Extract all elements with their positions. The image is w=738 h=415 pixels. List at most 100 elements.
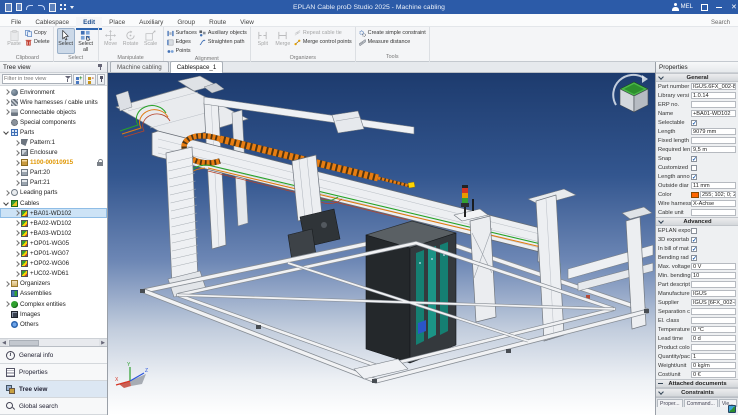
- copy-button[interactable]: Copy: [25, 29, 50, 37]
- tree-item[interactable]: Enclosure: [0, 148, 107, 158]
- merge-button[interactable]: Merge: [274, 28, 292, 54]
- color-swatch[interactable]: [691, 192, 699, 198]
- surfaces-button[interactable]: Surfaces: [167, 29, 197, 37]
- tree-item[interactable]: Cables: [0, 198, 107, 208]
- expander-icon[interactable]: [3, 280, 10, 287]
- expander-icon[interactable]: [13, 179, 20, 186]
- section-header-general[interactable]: General: [656, 73, 738, 82]
- qat-dropdown-icon[interactable]: [70, 3, 75, 11]
- property-checkbox[interactable]: [691, 174, 697, 180]
- section-header-attached-documents[interactable]: Attached documents: [656, 379, 738, 388]
- property-value-field[interactable]: [691, 281, 736, 288]
- user-account-button[interactable]: MEL: [672, 3, 693, 11]
- property-value-field[interactable]: 0 €: [691, 371, 736, 378]
- status-tray-icon[interactable]: [728, 405, 736, 413]
- minimize-icon[interactable]: [716, 4, 723, 11]
- tree-item[interactable]: +OP02-WG06: [0, 259, 107, 269]
- expander-icon[interactable]: [3, 99, 10, 106]
- tree-item[interactable]: Others: [0, 319, 107, 329]
- repeat-cable-tie-button[interactable]: Repeat cable tie: [294, 29, 352, 37]
- property-value-field[interactable]: [691, 317, 736, 324]
- tree-item[interactable]: Part:20: [0, 168, 107, 178]
- section-header-constraints[interactable]: Constraints: [656, 388, 738, 397]
- property-value-field[interactable]: 0 °C: [691, 326, 736, 333]
- expander-icon[interactable]: [13, 220, 20, 227]
- property-value-field[interactable]: [691, 137, 736, 144]
- expander-icon[interactable]: [3, 311, 10, 318]
- property-value-field[interactable]: [691, 308, 736, 315]
- property-checkbox[interactable]: [691, 156, 697, 162]
- expand-tree-button[interactable]: [73, 74, 84, 85]
- points-button[interactable]: Points: [167, 47, 197, 55]
- new-document-icon[interactable]: [4, 3, 12, 11]
- expander-icon[interactable]: [3, 200, 10, 207]
- collapse-tree-button[interactable]: [85, 74, 96, 85]
- property-value-field[interactable]: 1.0.14: [691, 92, 736, 99]
- property-value-field[interactable]: [691, 344, 736, 351]
- property-value-field[interactable]: 11 mm: [691, 182, 736, 189]
- expander-icon[interactable]: [13, 159, 20, 166]
- tree-item[interactable]: Complex entities: [0, 299, 107, 309]
- create-simple-constraint-button[interactable]: Create simple constraint: [359, 29, 426, 37]
- property-value-field[interactable]: 0 V: [691, 263, 736, 270]
- select-button[interactable]: Select: [57, 28, 75, 54]
- apps-grid-icon[interactable]: [59, 3, 67, 11]
- close-icon[interactable]: ✕: [731, 4, 736, 11]
- property-value-field[interactable]: [691, 101, 736, 108]
- tree-item[interactable]: 1100-00010915: [0, 158, 107, 168]
- property-value-field[interactable]: IGUS.6FX_002-8QN08: [691, 83, 736, 90]
- expander-icon[interactable]: [13, 149, 20, 156]
- panel-nav-button[interactable]: Properties: [0, 364, 107, 381]
- property-value-field[interactable]: [691, 209, 736, 216]
- tree-item[interactable]: +OP01-WG05: [0, 238, 107, 248]
- expander-icon[interactable]: [13, 240, 20, 247]
- property-value-field[interactable]: IGUS [6FX_002-8QN08: [691, 299, 736, 306]
- property-checkbox[interactable]: [691, 120, 697, 126]
- tree-item[interactable]: Parts: [0, 127, 107, 137]
- straighten-path-button[interactable]: Straighten path: [199, 38, 247, 46]
- rotate-button[interactable]: Rotate: [122, 28, 140, 54]
- expander-icon[interactable]: [13, 169, 20, 176]
- properties-bottom-tab[interactable]: Proper...: [657, 399, 683, 407]
- property-checkbox[interactable]: [691, 255, 697, 261]
- measure-distance-button[interactable]: Measure distance: [359, 38, 426, 46]
- tree-item[interactable]: +UC02-WD61: [0, 269, 107, 279]
- property-checkbox[interactable]: [691, 246, 697, 252]
- tree-item[interactable]: +OP01-WG07: [0, 249, 107, 259]
- property-value-field[interactable]: 0 kg/m: [691, 362, 736, 369]
- expander-icon[interactable]: [3, 290, 10, 297]
- move-button[interactable]: Move: [102, 28, 120, 54]
- tree-item[interactable]: +BA03-WD102: [0, 228, 107, 238]
- section-header-advanced[interactable]: Advanced: [656, 217, 738, 226]
- property-value-field[interactable]: 9,5 m: [691, 146, 736, 153]
- panel-nav-button[interactable]: Tree view: [0, 381, 107, 398]
- undo-icon[interactable]: [26, 3, 34, 11]
- viewport-3d[interactable]: X Y Z: [108, 73, 655, 415]
- tree-item[interactable]: Environment: [0, 87, 107, 97]
- paste-button[interactable]: Paste: [5, 28, 23, 54]
- panel-nav-button[interactable]: General info: [0, 347, 107, 364]
- split-button[interactable]: Split: [254, 28, 272, 54]
- property-value-field[interactable]: 1: [691, 353, 736, 360]
- expander-icon[interactable]: [13, 270, 20, 277]
- expander-icon[interactable]: [13, 250, 20, 257]
- redo-icon[interactable]: [37, 3, 45, 11]
- filter-pin-button[interactable]: [97, 74, 105, 85]
- search-label[interactable]: Search: [711, 20, 738, 26]
- edges-button[interactable]: Edges: [167, 38, 197, 46]
- merge-control-points-button[interactable]: Merge control points: [294, 38, 352, 46]
- tree-item[interactable]: Pattern:1: [0, 137, 107, 147]
- tree-item[interactable]: Part:21: [0, 178, 107, 188]
- expander-icon[interactable]: [3, 189, 10, 196]
- pin-icon[interactable]: [97, 64, 104, 71]
- expander-icon[interactable]: [13, 260, 20, 267]
- delete-button[interactable]: Delete: [25, 38, 50, 46]
- tree-filter-input[interactable]: [3, 76, 64, 82]
- open-document-icon[interactable]: [48, 3, 56, 11]
- property-value-field[interactable]: 9079 mm: [691, 128, 736, 135]
- tree-item[interactable]: Assemblies: [0, 289, 107, 299]
- property-checkbox[interactable]: [691, 237, 697, 243]
- tree-item[interactable]: Connectable objects: [0, 107, 107, 117]
- expander-icon[interactable]: [3, 301, 10, 308]
- tree-item[interactable]: Wire harnesses / cable units: [0, 97, 107, 107]
